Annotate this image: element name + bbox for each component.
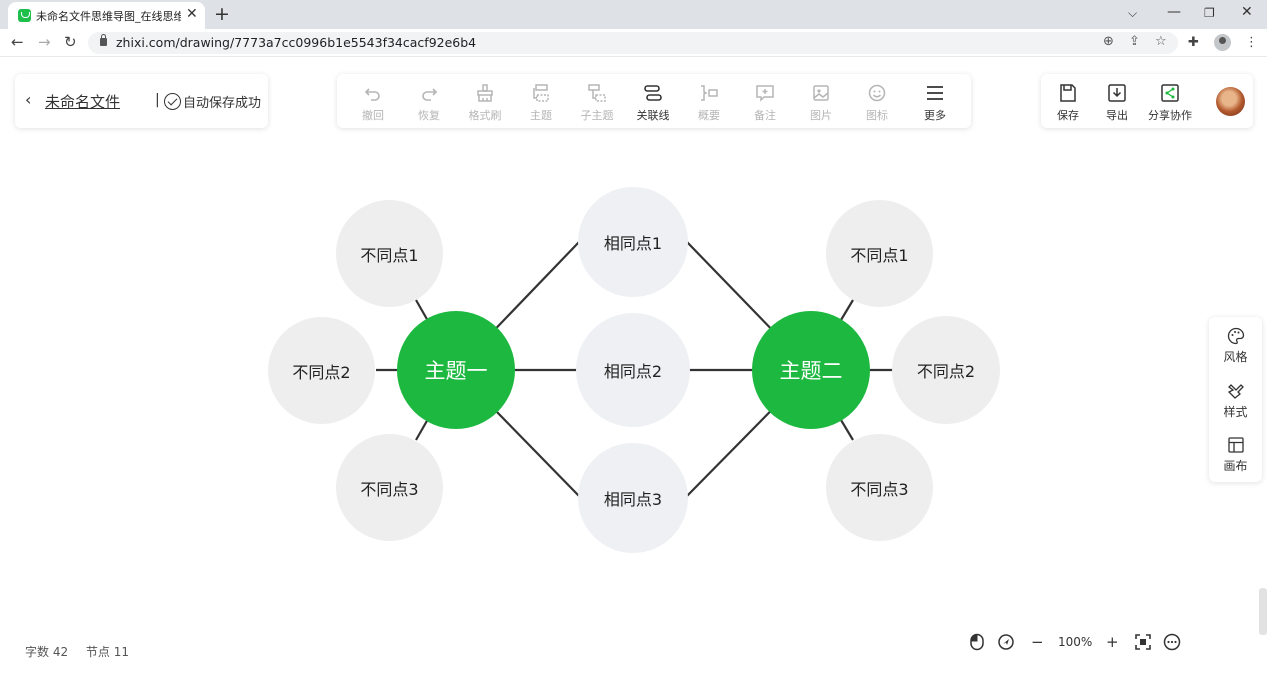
node-diff-left-2[interactable]: 不同点2: [268, 317, 375, 424]
url-field[interactable]: zhixi.com/drawing/7773a7cc0996b1e5543f34…: [88, 32, 1178, 54]
node-diff-right-3[interactable]: 不同点3: [826, 434, 933, 541]
node-diff-left-1[interactable]: 不同点1: [336, 200, 443, 307]
extensions-icon[interactable]: ✚: [1188, 35, 1199, 50]
restore-icon[interactable]: ❐: [1204, 6, 1215, 20]
window-close-icon[interactable]: ✕: [1241, 4, 1253, 20]
url-text: zhixi.com/drawing/7773a7cc0996b1e5543f34…: [116, 35, 477, 50]
bookmark-star-icon[interactable]: ☆: [1155, 34, 1167, 49]
node-same-3[interactable]: 相同点3: [578, 443, 688, 553]
layout-icon: [1209, 435, 1262, 455]
back-icon[interactable]: ←: [11, 33, 24, 51]
profile-icon[interactable]: [1214, 34, 1231, 51]
node-same-1[interactable]: 相同点1: [578, 187, 688, 297]
share-page-icon[interactable]: ⇪: [1129, 34, 1140, 49]
node-topic-2[interactable]: 主题二: [752, 311, 870, 429]
node-count: 节点 11: [85, 645, 130, 659]
locate-icon[interactable]: [997, 633, 1015, 655]
side-panel: 风格 样式 画布: [1209, 317, 1262, 482]
tab-search-icon[interactable]: ⌵: [1128, 6, 1137, 21]
paint-icon: [1209, 381, 1262, 401]
more-options-icon[interactable]: [1163, 633, 1181, 655]
canvas-button[interactable]: 画布: [1209, 435, 1262, 474]
palette-icon: [1209, 326, 1262, 346]
node-topic-1[interactable]: 主题一: [397, 311, 515, 429]
vertical-scrollbar[interactable]: [1259, 588, 1267, 635]
node-diff-right-2[interactable]: 不同点2: [892, 316, 1000, 424]
address-bar: ← → ↻ zhixi.com/drawing/7773a7cc0996b1e5…: [0, 29, 1267, 57]
document-stats: 字数 42 节点 11: [25, 643, 143, 660]
node-diff-right-1[interactable]: 不同点1: [826, 200, 933, 307]
zoom-in-button[interactable]: +: [1106, 633, 1119, 651]
zoom-out-button[interactable]: −: [1031, 633, 1044, 651]
zoom-level: 100%: [1058, 635, 1093, 649]
tab-title: 未命名文件思维导图_在线思维导图: [36, 10, 181, 23]
word-count: 字数 42: [25, 645, 69, 659]
browser-menu-icon[interactable]: ⋮: [1245, 35, 1258, 50]
node-diff-left-3[interactable]: 不同点3: [336, 434, 443, 541]
browser-tab-bar: 未命名文件思维导图_在线思维导图 ✕ + ⌵ — ❐ ✕: [0, 0, 1267, 29]
browser-tab[interactable]: 未命名文件思维导图_在线思维导图 ✕: [8, 2, 205, 29]
fit-screen-icon[interactable]: [1134, 633, 1152, 655]
mindmap-canvas[interactable]: 不同点1 不同点2 不同点3 主题一 相同点1 相同点2 相同点3 主题二 不同…: [0, 58, 1267, 680]
lock-icon: [100, 34, 107, 46]
zoom-icon[interactable]: ⊕: [1103, 34, 1114, 49]
node-same-2[interactable]: 相同点2: [576, 313, 690, 427]
site-favicon-icon: [18, 9, 31, 22]
tab-close-icon[interactable]: ✕: [186, 6, 198, 22]
mouse-mode-icon[interactable]: [969, 633, 985, 655]
reload-icon[interactable]: ↻: [64, 33, 77, 51]
style-theme-button[interactable]: 风格: [1209, 326, 1262, 365]
forward-icon[interactable]: →: [38, 33, 51, 51]
minimize-icon[interactable]: —: [1167, 4, 1181, 20]
style-button[interactable]: 样式: [1209, 381, 1262, 420]
new-tab-icon[interactable]: +: [214, 3, 230, 25]
